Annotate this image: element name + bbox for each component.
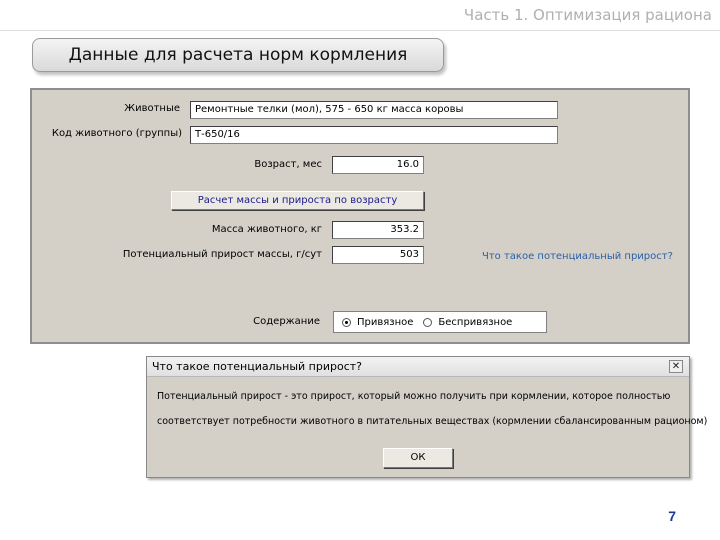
gain-field[interactable]: 503 <box>332 246 424 264</box>
animals-label: Животные <box>124 103 180 114</box>
gain-help-link[interactable]: Что такое потенциальный прирост? <box>482 251 673 262</box>
housing-radio-group: Привязное Беспривязное <box>333 311 547 333</box>
code-field[interactable]: Т-650/16 <box>190 126 558 144</box>
dialog-title: Что такое потенциальный прирост? <box>152 360 362 373</box>
close-icon[interactable]: ✕ <box>669 360 683 373</box>
help-dialog: Что такое потенциальный прирост? ✕ Потен… <box>146 356 707 478</box>
slide-title-text: Данные для расчета норм кормления <box>68 45 408 65</box>
dialog-text-line1: Потенциальный прирост - это прирост, кот… <box>157 391 671 402</box>
housing-label: Содержание <box>253 316 320 327</box>
dialog-title-bar: Что такое потенциальный прирост? <box>147 357 689 377</box>
animals-field[interactable]: Ремонтные телки (мол), 575 - 650 кг масс… <box>190 101 558 119</box>
housing-option-tied[interactable]: Привязное <box>342 317 413 328</box>
weight-label: Масса животного, кг <box>211 224 322 235</box>
section-title: Часть 1. Оптимизация рациона <box>463 6 712 24</box>
age-field[interactable]: 16.0 <box>332 156 424 174</box>
dialog-text-line2: соответствует потребности животного в пи… <box>157 416 708 427</box>
slide-title: Данные для расчета норм кормления <box>32 38 444 72</box>
age-label: Возраст, мес <box>254 159 322 170</box>
radio-unselected-icon[interactable] <box>423 317 433 327</box>
housing-option-loose-label: Беспривязное <box>438 316 513 328</box>
gain-label: Потенциальный прирост массы, г/сут <box>122 249 322 260</box>
page-number: 7 <box>668 508 676 524</box>
radio-selected-icon[interactable] <box>342 317 351 327</box>
housing-option-tied-label: Привязное <box>357 316 414 328</box>
housing-option-loose[interactable]: Беспривязное <box>423 317 512 328</box>
weight-field[interactable]: 353.2 <box>332 221 424 239</box>
code-label: Код животного (группы) <box>51 128 182 139</box>
ok-button[interactable]: ОК <box>383 448 453 468</box>
calc-weight-gain-button[interactable]: Расчет массы и прироста по возрасту <box>171 191 424 210</box>
header-divider <box>0 30 720 31</box>
